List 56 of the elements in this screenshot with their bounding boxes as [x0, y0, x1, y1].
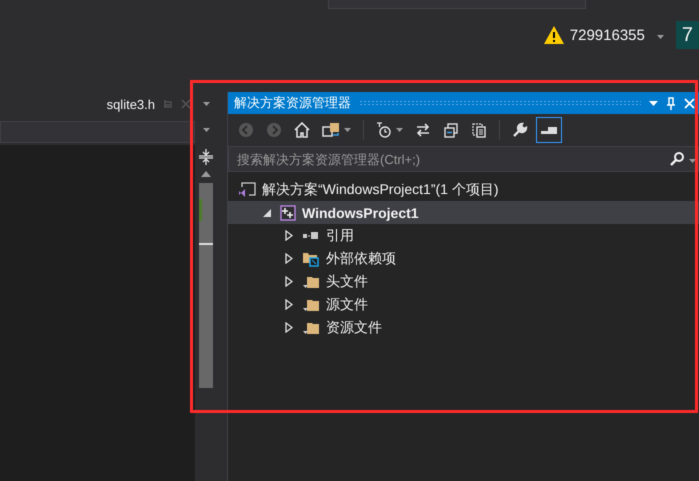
tree-label: 头文件 [326, 272, 368, 290]
panel-title: 解决方案资源管理器 [234, 94, 351, 112]
navigation-caret-icon [202, 128, 210, 132]
references-icon [302, 230, 320, 240]
home-icon [294, 122, 310, 138]
change-marker [199, 199, 202, 221]
tree-item[interactable]: 资源文件 [228, 316, 699, 339]
back-icon [238, 122, 254, 138]
tree-item[interactable]: 引用 [228, 224, 699, 247]
collapsed-arrow-icon[interactable] [285, 253, 293, 264]
search-options-caret-icon [689, 159, 696, 163]
collapse-all-icon [443, 122, 459, 138]
expanded-arrow-icon[interactable] [263, 208, 271, 216]
folders-icon [322, 122, 340, 138]
scrollbar-thumb[interactable] [199, 183, 213, 388]
split-handle-icon[interactable] [199, 149, 213, 165]
close-icon[interactable] [181, 99, 191, 109]
tree-label: 引用 [326, 226, 354, 244]
tree-item[interactable]: 源文件 [228, 293, 699, 316]
caret-icon [396, 128, 403, 132]
project-icon [280, 204, 296, 220]
warning-icon [544, 26, 564, 44]
show-all-files-icon [471, 122, 487, 138]
collapsed-arrow-icon[interactable] [285, 276, 293, 287]
tree-item[interactable]: 外部依赖项 [228, 247, 699, 270]
account-caret-icon [656, 35, 664, 39]
solution-icon [238, 182, 256, 198]
document-tab[interactable]: sqlite3.h [106, 96, 155, 112]
folder-icon [302, 250, 320, 266]
caret-position-marker [199, 243, 213, 245]
search-bar[interactable]: 搜索解决方案资源管理器(Ctrl+;) [228, 146, 699, 172]
clock-icon [376, 122, 392, 138]
preview-icon [540, 125, 558, 135]
tree-item[interactable]: WindowsProject1 [228, 201, 699, 224]
scroll-up-icon[interactable] [201, 171, 211, 177]
search-field[interactable]: 搜索解决方案资源管理器(Ctrl+;) [235, 150, 669, 168]
sync-arrows-icon [415, 122, 431, 138]
collapsed-arrow-icon[interactable] [285, 230, 293, 241]
account-name[interactable]: 729916355 [570, 26, 645, 44]
tree-label: 解决方案“WindowsProject1”(1 个项目) [262, 180, 498, 198]
caret-icon [344, 128, 351, 132]
tree-label: 外部依赖项 [326, 250, 396, 268]
search-icon [669, 151, 685, 167]
tree-item[interactable]: 解决方案“WindowsProject1”(1 个项目) [228, 178, 699, 201]
window-menu-caret-icon[interactable] [649, 100, 658, 106]
tab-list-caret-icon [202, 102, 210, 106]
wrench-icon [512, 122, 528, 138]
collapsed-arrow-icon[interactable] [285, 299, 293, 310]
tree-label: WindowsProject1 [302, 204, 419, 220]
collapsed-arrow-icon[interactable] [285, 322, 293, 333]
tree-label: 资源文件 [326, 318, 382, 336]
toolbar-button[interactable] [536, 117, 562, 143]
tree-label: 源文件 [326, 296, 368, 314]
tree-item[interactable]: 头文件 [228, 270, 699, 293]
notification-badge[interactable]: 7 [676, 21, 699, 49]
forward-icon [266, 122, 282, 138]
